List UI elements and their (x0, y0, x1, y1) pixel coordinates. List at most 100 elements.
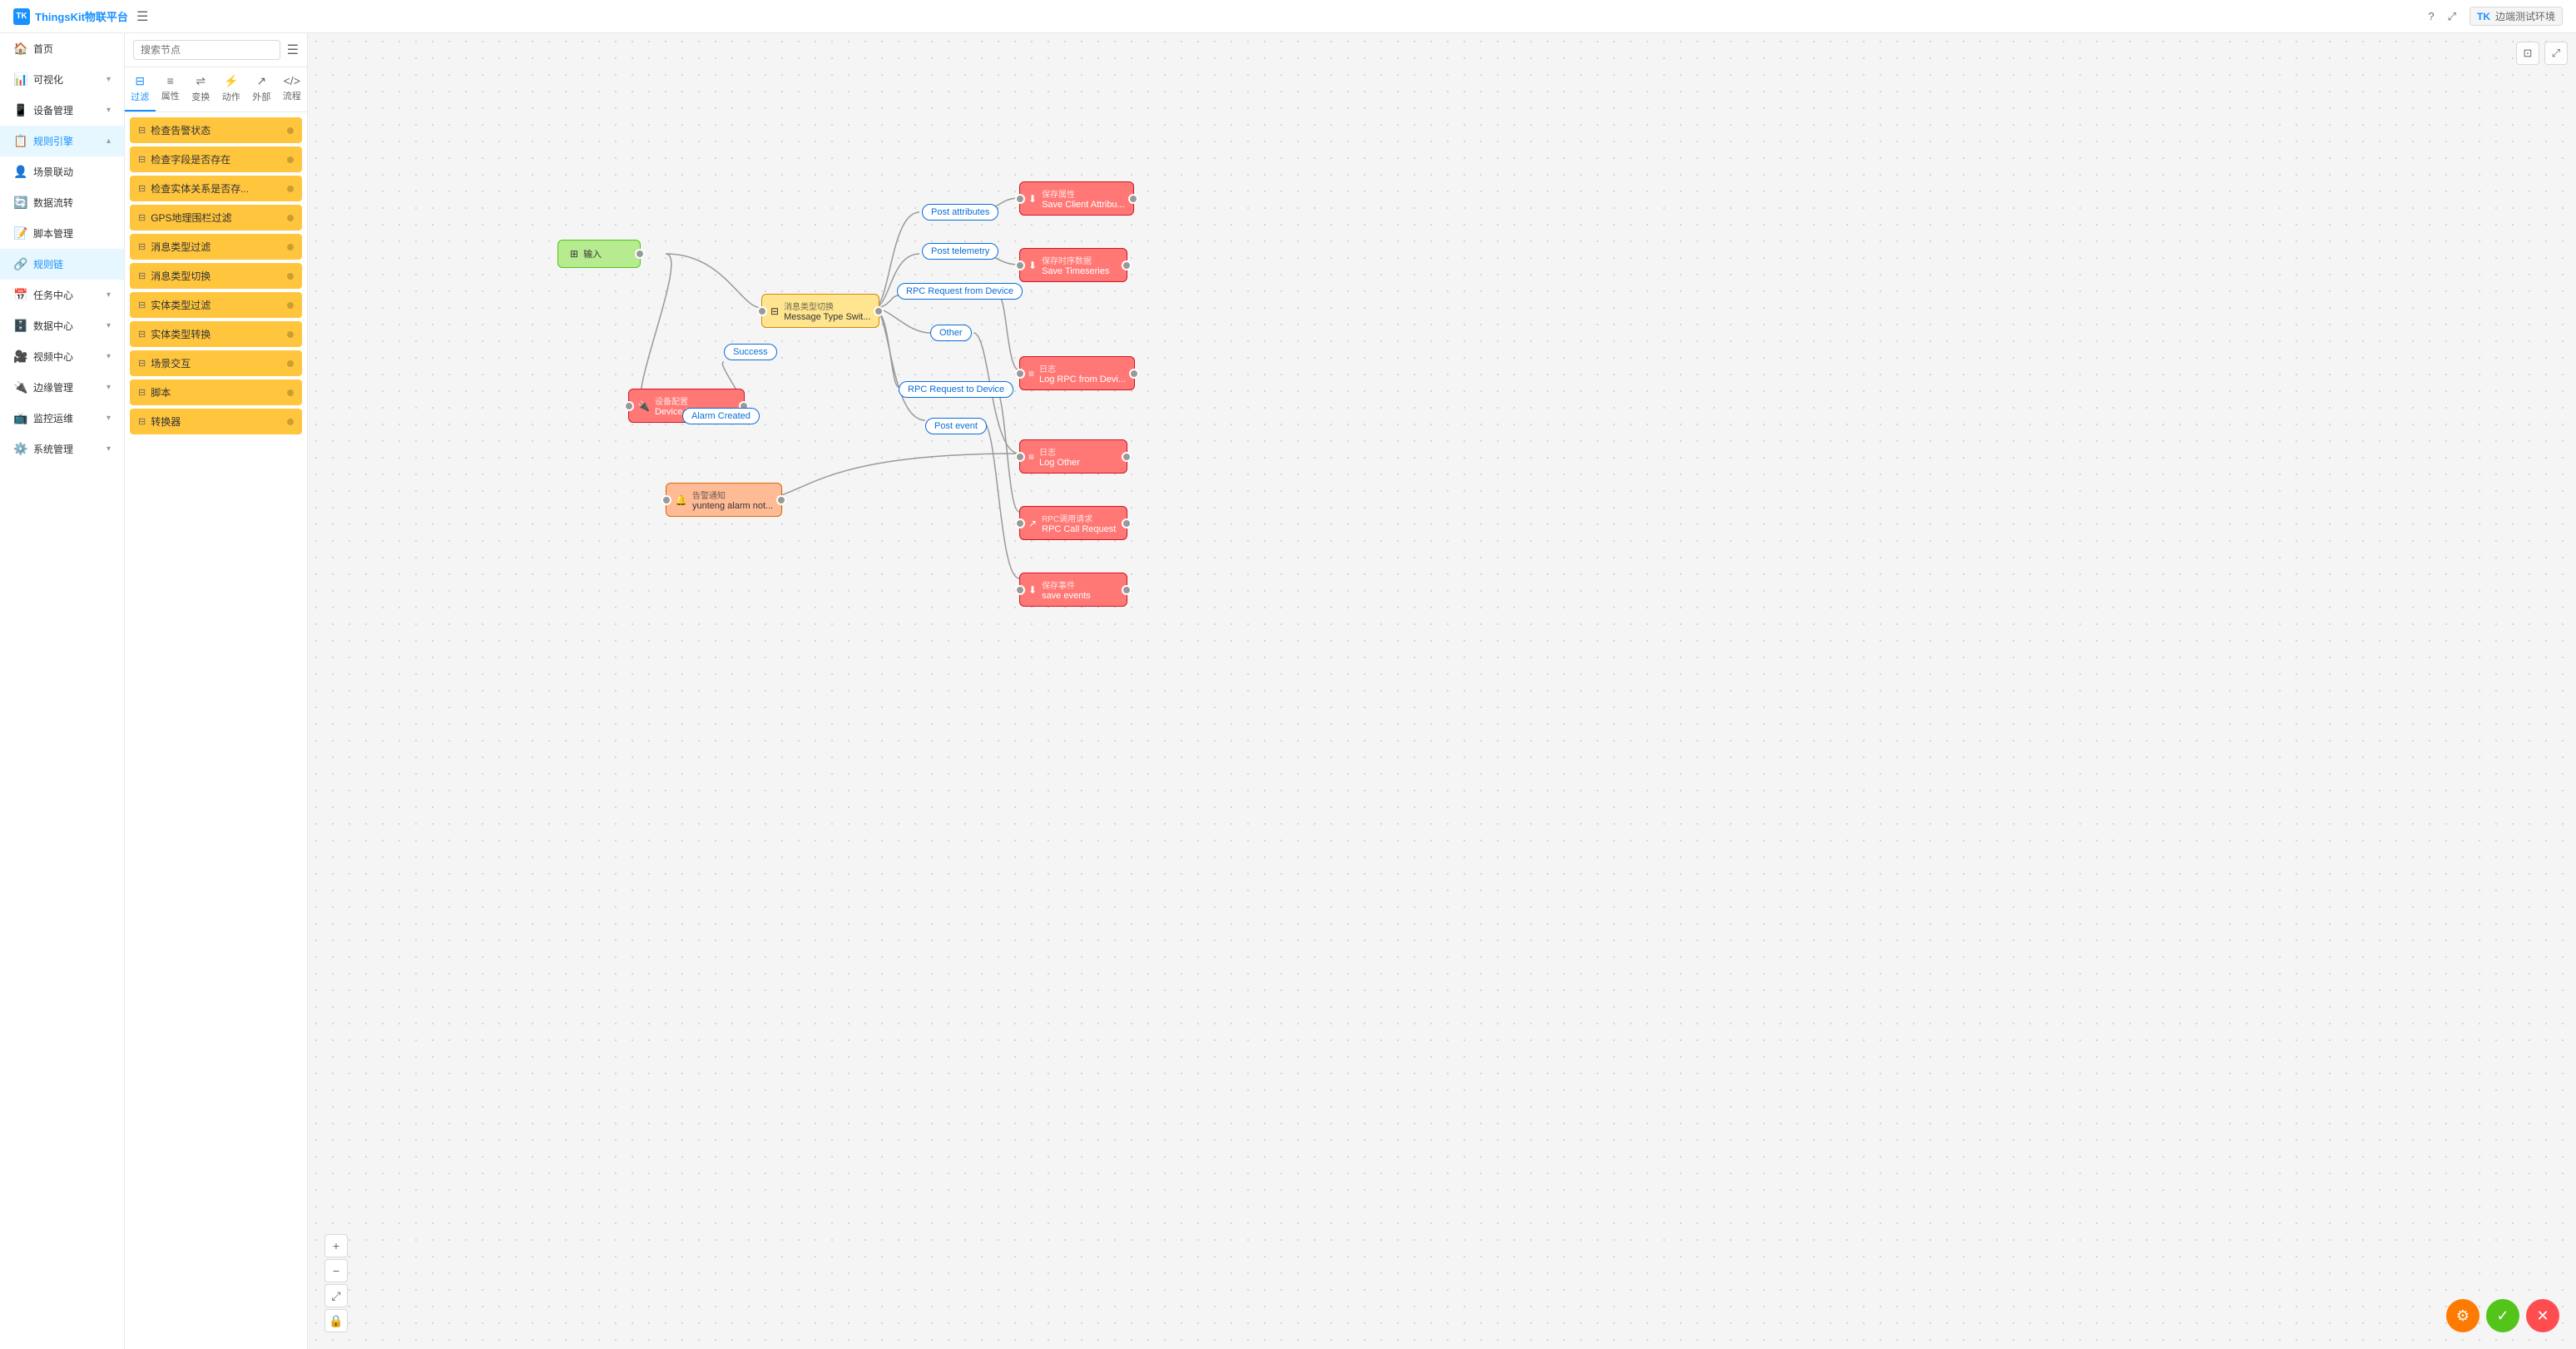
node-panel-tabs: ⊟ 过滤 ≡ 属性 ⇌ 变换 ⚡ 动作 ↗ 外部 </> 流程 (125, 67, 307, 112)
label-post-attributes[interactable]: Post attributes (922, 204, 998, 221)
tab-flow[interactable]: </> 流程 (277, 67, 308, 112)
main-layout: 🏠 首页 📊 可视化 ▾ 📱 设备管理 ▾ 📋 规则引擎 ▴ 👤 场景联动 🔄 … (0, 33, 2576, 1349)
sidebar-label-system-mgmt: 系统管理 (33, 442, 100, 456)
node-port (287, 127, 294, 134)
log-rpc-port-left (1015, 369, 1025, 379)
canvas-node-save-attr[interactable]: ⬇ 保存属性 Save Client Attribu... (1019, 181, 1134, 216)
label-rpc-request-from[interactable]: RPC Request from Device (897, 283, 1023, 300)
sidebar-item-visualization[interactable]: 📊 可视化 ▾ (0, 64, 124, 95)
tab-external[interactable]: ↗ 外部 (246, 67, 277, 112)
node-label-gps-filter: GPS地理围栏过滤 (151, 211, 231, 225)
node-item-check-alarm[interactable]: ⊟ 检查告警状态 (130, 117, 302, 143)
tab-action[interactable]: ⚡ 动作 (216, 67, 247, 112)
node-list: ⊟ 检查告警状态 ⊟ 检查字段是否存在 ⊟ 检查实体关系是否存... (125, 112, 307, 1349)
tab-filter[interactable]: ⊟ 过滤 (125, 67, 156, 112)
node-item-entity-type-filter[interactable]: ⊟ 实体类型过滤 (130, 292, 302, 318)
sidebar-item-rule-chain[interactable]: 🔗 规则链 (0, 249, 124, 280)
filter-tab-icon: ⊟ (135, 74, 145, 88)
menu-toggle-icon[interactable]: ☰ (136, 8, 148, 25)
filter-icon: ⊟ (138, 125, 146, 136)
node-item-check-entity[interactable]: ⊟ 检查实体关系是否存... (130, 176, 302, 201)
topbar-right: ? ⤢ TK 边端测试环境 (2428, 7, 2563, 26)
sidebar-item-script-mgmt[interactable]: 📝 脚本管理 (0, 218, 124, 249)
data-flow-icon: 🔄 (13, 196, 27, 210)
confirm-float-btn[interactable]: ✓ (2486, 1299, 2519, 1332)
canvas-area[interactable]: ⊡ ⤢ (308, 33, 2576, 1349)
canvas-node-msg-type-switch[interactable]: ⊟ 消息类型切换 Message Type Swit... (761, 294, 879, 328)
node-item-check-field[interactable]: ⊟ 检查字段是否存在 (130, 146, 302, 172)
sidebar-item-video-center[interactable]: 🎥 视频中心 ▾ (0, 341, 124, 372)
node-item-script[interactable]: ⊟ 脚本 (130, 379, 302, 405)
canvas-node-save-timeseries[interactable]: ⬇ 保存时序数据 Save Timeseries (1019, 248, 1127, 282)
zoom-fit-btn[interactable]: ⤢ (324, 1284, 348, 1307)
topbar: TK ThingsKit物联平台 ☰ ? ⤢ TK 边端测试环境 (0, 0, 2576, 33)
close-float-btn[interactable]: ✕ (2526, 1299, 2559, 1332)
node-item-entity-type-switch[interactable]: ⊟ 实体类型转换 (130, 321, 302, 347)
save-attr-port-right (1128, 194, 1138, 204)
rpc-call-port-right (1122, 518, 1132, 528)
env-badge[interactable]: TK 边端测试环境 (2469, 7, 2563, 26)
tab-attributes[interactable]: ≡ 属性 (156, 67, 186, 112)
canvas-node-save-events[interactable]: ⬇ 保存事件 save events (1019, 573, 1127, 607)
save-attr-icon: ⬇ (1028, 193, 1037, 205)
msg-switch-port-left (757, 306, 767, 316)
sidebar-item-task-center[interactable]: 📅 任务中心 ▾ (0, 280, 124, 310)
zoom-lock-btn[interactable]: 🔒 (324, 1309, 348, 1332)
canvas-fullscreen-btn[interactable]: ⤢ (2544, 42, 2568, 65)
sidebar-item-rule-engine[interactable]: 📋 规则引擎 ▴ (0, 126, 124, 156)
database-icon: 🗄️ (13, 319, 27, 333)
sidebar-item-data-flow[interactable]: 🔄 数据流转 (0, 187, 124, 218)
node-label-entity-type-filter: 实体类型过滤 (151, 298, 211, 312)
node-item-gps-filter[interactable]: ⊟ GPS地理围栏过滤 (130, 205, 302, 231)
logo[interactable]: TK ThingsKit物联平台 (13, 8, 128, 25)
node-label-entity-type-switch: 实体类型转换 (151, 327, 211, 341)
node-item-scene-interact[interactable]: ⊟ 场景交互 (130, 350, 302, 376)
label-post-telemetry[interactable]: Post telemetry (922, 243, 998, 260)
node-item-msg-type-switch[interactable]: ⊟ 消息类型切换 (130, 263, 302, 289)
canvas-minimize-btn[interactable]: ⊡ (2516, 42, 2539, 65)
chevron-down-icon: ▾ (107, 321, 111, 330)
canvas-node-rpc-call[interactable]: ↗ RPC调用请求 RPC Call Request (1019, 506, 1127, 540)
sidebar-label-video-center: 视频中心 (33, 350, 100, 364)
label-post-event[interactable]: Post event (925, 418, 987, 434)
canvas-node-input[interactable]: ⊞ 输入 (557, 240, 641, 268)
help-icon[interactable]: ? (2428, 10, 2434, 22)
label-alarm-created[interactable]: Alarm Created (682, 408, 760, 424)
zoom-out-btn[interactable]: − (324, 1259, 348, 1282)
canvas-node-alarm-notif[interactable]: 🔔 告警通知 yunteng alarm not... (666, 483, 782, 517)
canvas-node-log-other[interactable]: ≡ 日志 Log Other (1019, 439, 1127, 474)
node-item-transformer[interactable]: ⊟ 转换器 (130, 409, 302, 434)
sidebar-item-data-center[interactable]: 🗄️ 数据中心 ▾ (0, 310, 124, 341)
canvas-node-log-rpc[interactable]: ≡ 日志 Log RPC from Devi... (1019, 356, 1135, 390)
settings-float-btn[interactable]: ⚙ (2446, 1299, 2479, 1332)
sidebar-item-scene-linkage[interactable]: 👤 场景联动 (0, 156, 124, 187)
zoom-in-btn[interactable]: + (324, 1234, 348, 1257)
node-port (287, 389, 294, 396)
sidebar-item-home[interactable]: 🏠 首页 (0, 33, 124, 64)
node-panel-header: ☰ (125, 33, 307, 67)
sidebar-item-edge-mgmt[interactable]: 🔌 边缘管理 ▾ (0, 372, 124, 403)
fullscreen-icon[interactable]: ⤢ (2448, 10, 2456, 23)
post-attributes-text: Post attributes (931, 207, 989, 217)
device-icon: 📱 (13, 103, 27, 117)
panel-menu-icon[interactable]: ☰ (287, 42, 299, 58)
node-item-msg-type-filter[interactable]: ⊟ 消息类型过滤 (130, 234, 302, 260)
sidebar-item-system-mgmt[interactable]: ⚙️ 系统管理 ▾ (0, 434, 124, 464)
filter-icon: ⊟ (138, 387, 146, 398)
log-rpc-icon: ≡ (1028, 368, 1034, 379)
chevron-down-icon: ▾ (107, 414, 111, 423)
label-rpc-request-to[interactable]: RPC Request to Device (899, 381, 1013, 398)
msg-switch-port-right (874, 306, 884, 316)
label-other[interactable]: Other (930, 325, 972, 341)
success-text: Success (733, 347, 768, 357)
sidebar-item-device-mgmt[interactable]: 📱 设备管理 ▾ (0, 95, 124, 126)
rpc-call-port-left (1015, 518, 1025, 528)
tab-transform[interactable]: ⇌ 变换 (186, 67, 216, 112)
label-success[interactable]: Success (724, 344, 777, 360)
home-icon: 🏠 (13, 42, 27, 56)
video-icon: 🎥 (13, 350, 27, 364)
node-label-check-entity: 检查实体关系是否存... (151, 181, 249, 196)
sidebar-item-monitor-ops[interactable]: 📺 监控运维 ▾ (0, 403, 124, 434)
float-buttons: ⚙ ✓ ✕ (2446, 1299, 2559, 1332)
search-input[interactable] (133, 40, 280, 60)
